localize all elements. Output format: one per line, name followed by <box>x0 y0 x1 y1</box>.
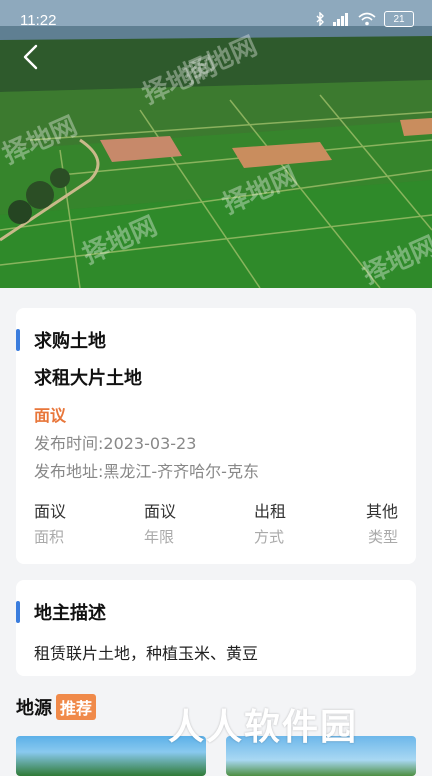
stat-type: 其他 类型 <box>366 498 398 547</box>
stat-value: 其他 <box>365 502 398 521</box>
section-title: 地主描述 <box>34 603 106 624</box>
stat-label: 年限 <box>144 528 175 546</box>
status-icons: 21 <box>316 11 414 27</box>
listing-title: 求租大片土地 <box>34 368 142 389</box>
stat-term: 面议 年限 <box>144 498 176 547</box>
stat-label: 类型 <box>367 528 398 546</box>
section-title: 求购土地 <box>34 331 106 352</box>
stat-label: 面积 <box>34 528 65 546</box>
section-accent-bar <box>16 601 20 623</box>
recommend-badge: 推荐 <box>56 694 97 720</box>
stat-value: 面议 <box>34 502 67 521</box>
status-bar: 11:22 21 <box>0 0 432 40</box>
overlay-watermark: 人人软件园 <box>168 707 359 748</box>
source-recommend-header: 地源 推荐 <box>16 694 97 720</box>
section-header: 地主描述 <box>16 600 106 624</box>
back-button[interactable] <box>16 40 46 74</box>
section-header: 求购土地 <box>16 328 106 352</box>
stat-label: 方式 <box>254 528 285 546</box>
stat-value: 出租 <box>254 502 287 521</box>
hero-farmland-image: 择地网 择地网 择地网 择地网 择地网 择地网 <box>0 0 432 288</box>
listing-card: 求购土地 求租大片土地 面议 发布时间:2023-03-23 发布地址:黑龙江-… <box>16 308 416 564</box>
signal-icon <box>333 13 348 26</box>
listing-stats: 面议 面积 面议 年限 出租 方式 其他 类型 <box>34 498 398 546</box>
owner-card: 地主描述 租赁联片土地，种植玉米、黄豆 <box>16 580 416 676</box>
bluetooth-icon <box>316 12 324 26</box>
source-title: 地源 <box>16 698 52 719</box>
publish-time: 发布时间:2023-03-23 <box>34 434 197 453</box>
status-time: 11:22 <box>20 12 57 29</box>
wifi-icon <box>358 12 376 26</box>
stat-area: 面议 面积 <box>34 498 66 547</box>
stat-value: 面议 <box>144 502 177 521</box>
battery-icon: 21 <box>384 11 414 27</box>
section-accent-bar <box>16 329 20 351</box>
back-arrow-icon <box>23 44 38 70</box>
listing-price: 面议 <box>34 406 67 425</box>
stat-method: 出租 方式 <box>254 498 286 547</box>
publish-location: 发布地址:黑龙江-齐齐哈尔-克东 <box>34 462 259 481</box>
owner-description: 租赁联片土地，种植玉米、黄豆 <box>34 644 259 663</box>
